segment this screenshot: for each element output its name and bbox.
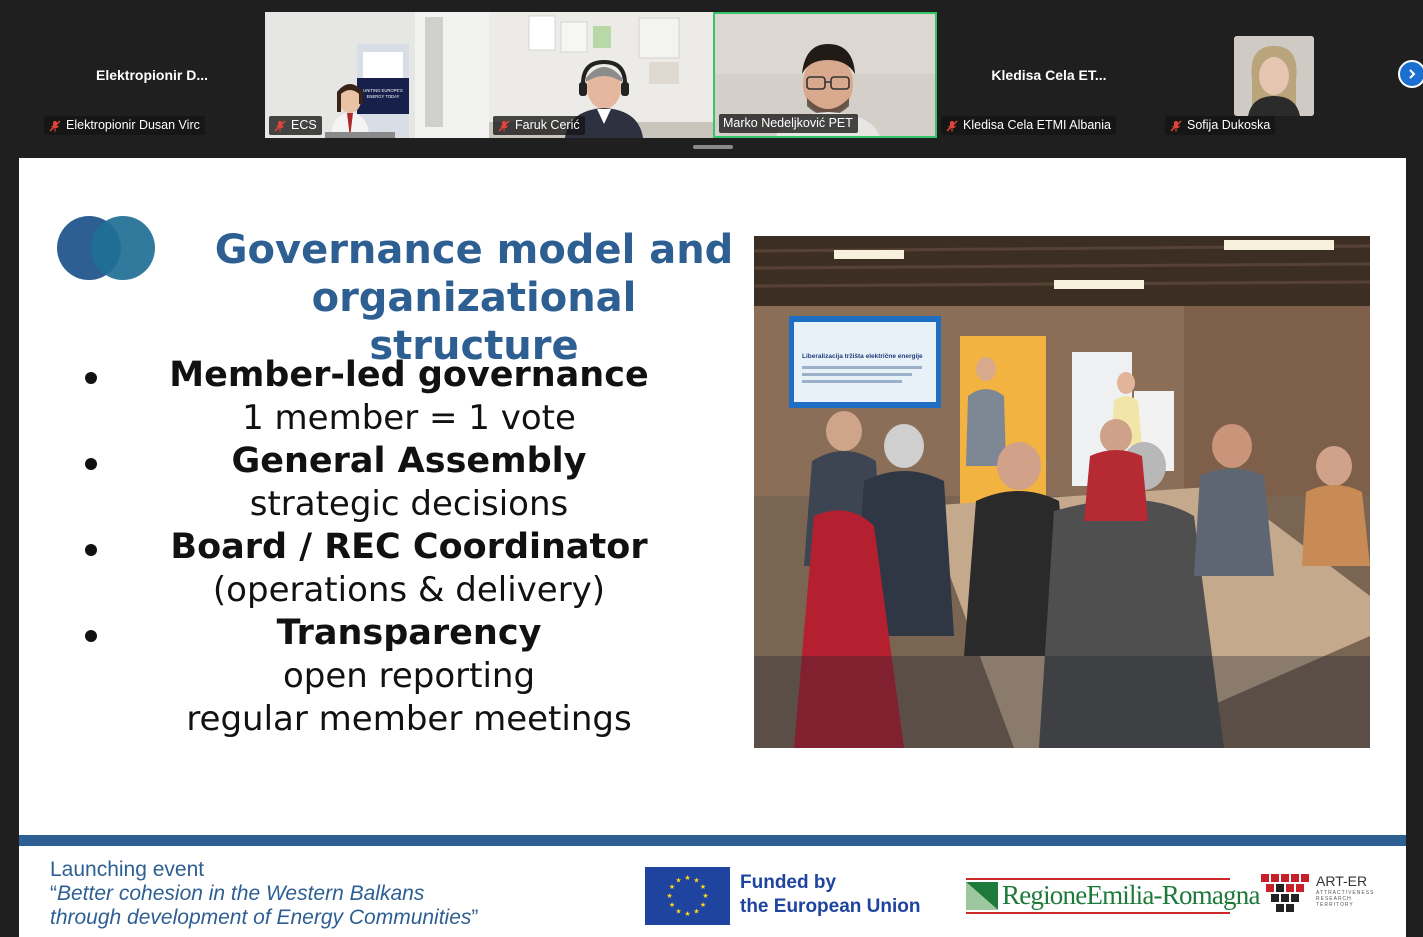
eu-flag-logo: ★ ★★★ ★★★★ ★★★★ (645, 867, 730, 925)
bullet-dot (85, 458, 97, 470)
bullet-heading: Board / REC Coordinator (170, 527, 648, 567)
participant-tile[interactable]: Elektropionir D... Elektropionir Dusan V… (40, 12, 264, 138)
bullet-item: Board / REC Coordinator (operations & de… (19, 526, 759, 612)
banner-text-1: UNITING EUROPE'S (363, 88, 403, 93)
footer-line-1: Launching event (50, 858, 205, 881)
chevron-right-icon (1409, 69, 1416, 79)
mic-off-icon (1170, 119, 1182, 132)
bullet-item: Member-led governance 1 member = 1 vote (19, 354, 759, 440)
participant-tag-label: Elektropionir Dusan Virc (66, 118, 200, 132)
slide-title: Governance model and organizational stru… (214, 227, 734, 369)
footer-quote-open: “ (50, 882, 57, 905)
svg-text:★: ★ (693, 908, 699, 916)
mic-off-icon (498, 119, 510, 132)
strip-scroll-handle[interactable] (693, 145, 733, 149)
bullet-subtext: strategic decisions (249, 484, 569, 524)
participant-name-tag: Elektropionir Dusan Virc (44, 116, 205, 135)
bullet-subtext: regular member meetings (186, 699, 632, 739)
bullet-list: Member-led governance 1 member = 1 vote … (59, 354, 759, 741)
participant-name-tag: ECS (269, 116, 322, 135)
participant-tag-label: Kledisa Cela ETMI Albania (963, 118, 1111, 132)
svg-text:★: ★ (684, 874, 690, 882)
regione-label: RegioneEmilia-Romagna (1002, 880, 1260, 910)
slide-logo (57, 216, 155, 280)
footer-divider (19, 835, 1406, 846)
bullet-heading: Transparency (276, 613, 542, 653)
shared-screen-slide: Governance model and organizational stru… (19, 158, 1406, 937)
eu-label-line-2: the European Union (740, 896, 921, 917)
svg-text:★: ★ (684, 910, 690, 918)
svg-text:★: ★ (675, 908, 681, 916)
banner-text-2: ENERGY TODAY (367, 94, 400, 99)
svg-text:★: ★ (675, 877, 681, 885)
participant-tag-label: Marko Nedeljković PET (723, 116, 853, 130)
footer-quote-close: ” (471, 906, 479, 929)
eu-funding-label: Funded by the European Union (740, 871, 921, 919)
footer-line-3: through development of Energy Communitie… (50, 906, 472, 929)
participant-display-name: Kledisa Cela ET... (991, 67, 1107, 83)
participant-strip: Elektropionir D... Elektropionir Dusan V… (0, 0, 1423, 158)
svg-text:★: ★ (693, 877, 699, 885)
participant-name-tag: Marko Nedeljković PET (719, 114, 858, 133)
bullet-dot (85, 544, 97, 556)
svg-text:★: ★ (702, 892, 708, 900)
mic-off-icon (49, 119, 61, 132)
participant-name-tag: Kledisa Cela ETMI Albania (941, 116, 1116, 135)
avatar (1234, 36, 1314, 116)
mic-off-icon (946, 119, 958, 132)
meeting-window: Elektropionir D... Elektropionir Dusan V… (0, 0, 1423, 937)
svg-text:★: ★ (666, 892, 672, 900)
next-participants-button[interactable] (1398, 60, 1423, 88)
participant-name-tag: Sofija Dukoska (1165, 116, 1276, 135)
svg-text:★: ★ (700, 883, 706, 891)
regione-emilia-romagna-logo: RegioneEmilia-Romagna (964, 874, 1260, 918)
participant-tag-label: Faruk Cerić (515, 118, 580, 132)
bullet-dot (85, 630, 97, 642)
event-footer: Launching event “Better cohesion in the … (50, 858, 478, 930)
bullet-heading: General Assembly (231, 441, 587, 481)
eu-label-line-1: Funded by (740, 872, 837, 893)
bullet-subtext: open reporting (282, 656, 536, 696)
mic-off-icon (274, 119, 286, 132)
participant-name-tag: Faruk Cerić (493, 116, 585, 135)
bullet-subtext: (operations & delivery) (212, 570, 606, 610)
participant-display-name: Elektropionir D... (95, 67, 208, 83)
workshop-photo: Liberalizacija tržišta električne energi… (754, 236, 1370, 748)
svg-text:★: ★ (700, 901, 706, 909)
svg-text:★: ★ (669, 883, 675, 891)
bullet-item: General Assembly strategic decisions (19, 440, 759, 526)
art-er-subtitle: ATTRACTIVENESS RESEARCH TERRITORY (1316, 890, 1375, 908)
art-er-logo: ART-ER ATTRACTIVENESS RESEARCH TERRITORY (1261, 870, 1375, 918)
participant-tile[interactable]: Faruk Cerić (489, 12, 713, 138)
participant-tag-label: Sofija Dukoska (1187, 118, 1271, 132)
participant-tile[interactable]: UNITING EUROPE'S ENERGY TODAY ECS (265, 12, 489, 138)
art-er-label: ART-ER (1316, 873, 1368, 889)
bullet-subtext: 1 member = 1 vote (242, 398, 576, 438)
participant-tag-label: ECS (291, 118, 317, 132)
participant-tile-active-speaker[interactable]: Marko Nedeljković PET (713, 12, 937, 138)
bullet-heading: Member-led governance (169, 355, 649, 395)
footer-line-2: Better cohesion in the Western Balkans (57, 882, 425, 905)
screen-slide-title: Liberalizacija tržišta električne energi… (802, 353, 923, 360)
participant-tile[interactable]: Kledisa Cela ET... Kledisa Cela ETMI Alb… (937, 12, 1161, 138)
bullet-dot (85, 372, 97, 384)
svg-text:★: ★ (669, 901, 675, 909)
bullet-item: Transparency open reporting regular memb… (19, 612, 759, 741)
